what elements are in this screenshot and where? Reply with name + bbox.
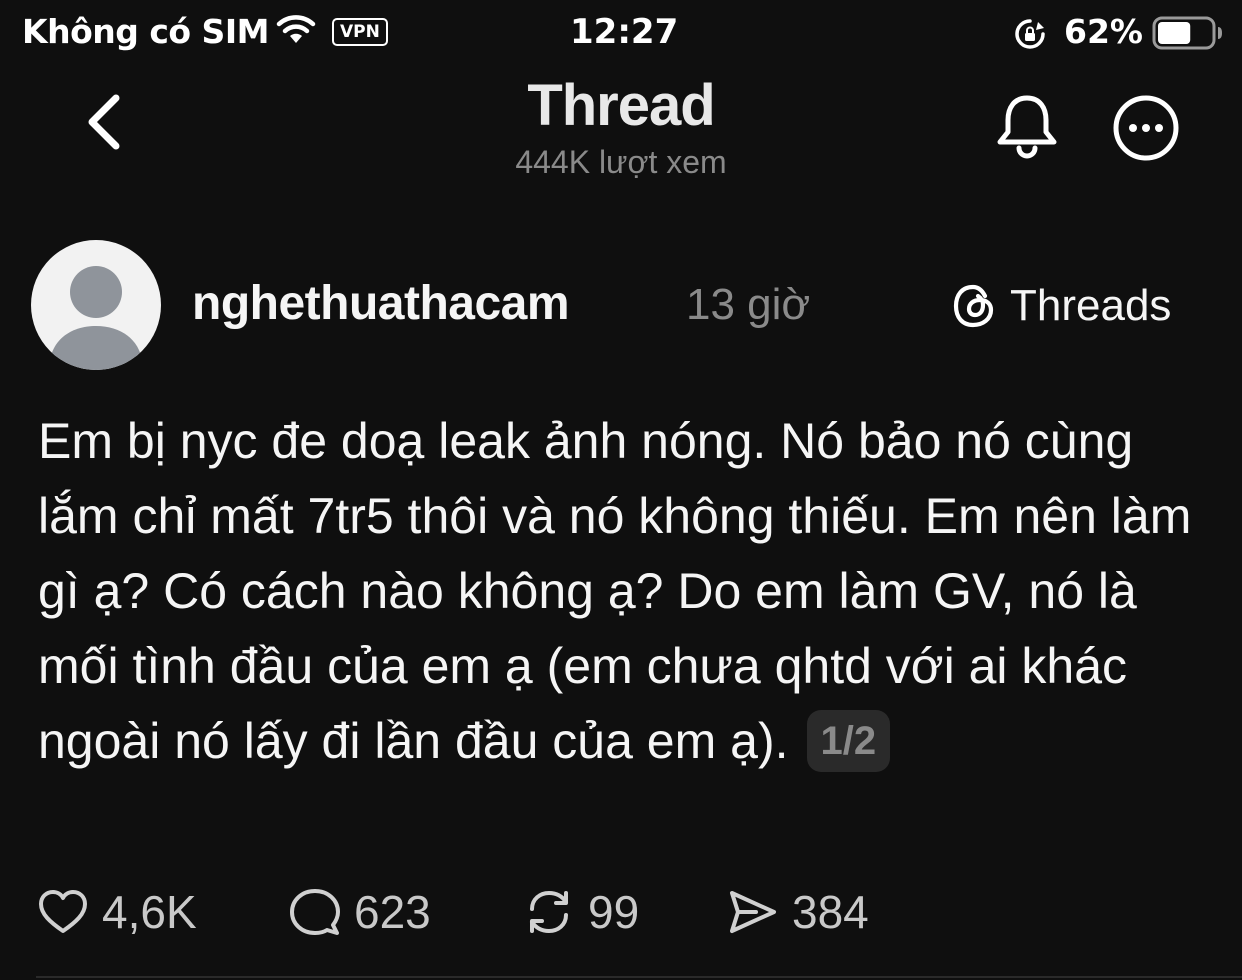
comment-button[interactable]: 623 [288, 880, 431, 944]
share-button[interactable]: 384 [726, 880, 869, 944]
more-icon [1113, 95, 1179, 161]
comment-icon [290, 889, 340, 935]
avatar[interactable] [31, 240, 161, 370]
send-icon [730, 891, 776, 933]
rotation-lock-icon [1015, 19, 1045, 49]
repost-icon [530, 890, 568, 934]
comment-count: 623 [354, 886, 431, 938]
more-options-button[interactable] [1112, 94, 1180, 162]
status-bar: Không có SIM VPN 12:27 62% [0, 0, 1242, 64]
divider [36, 976, 1242, 978]
like-button[interactable]: 4,6K [36, 880, 197, 944]
like-count: 4,6K [102, 886, 197, 938]
status-clock: 12:27 [570, 12, 679, 52]
post-text-container: Em bị nyc đe doạ leak ảnh nóng. Nó bảo n… [38, 404, 1208, 779]
threads-label: Threads [1010, 281, 1172, 330]
repost-count: 99 [588, 886, 640, 938]
wifi-icon [276, 15, 316, 43]
heart-icon [39, 890, 87, 933]
post-actions: 4,6K 623 99 384 [36, 880, 1216, 944]
threads-source-link[interactable]: Threads [950, 278, 1171, 334]
threads-logo-icon [953, 284, 994, 328]
battery-percent: 62% [1064, 12, 1143, 51]
repost-button[interactable]: 99 [522, 880, 639, 944]
share-count: 384 [792, 886, 869, 938]
bell-icon [997, 95, 1057, 159]
default-avatar-icon [49, 266, 143, 370]
bell-button[interactable] [994, 92, 1060, 162]
page-indicator-badge: 1/2 [806, 709, 891, 772]
vpn-badge: VPN [332, 18, 388, 46]
carrier-label: Không có SIM [22, 12, 269, 51]
battery-icon [1152, 16, 1222, 50]
username[interactable]: nghethuathacam [192, 276, 570, 331]
post-text: Em bị nyc đe doạ leak ảnh nóng. Nó bảo n… [38, 413, 1192, 769]
post-time: 13 giờ [686, 280, 811, 329]
